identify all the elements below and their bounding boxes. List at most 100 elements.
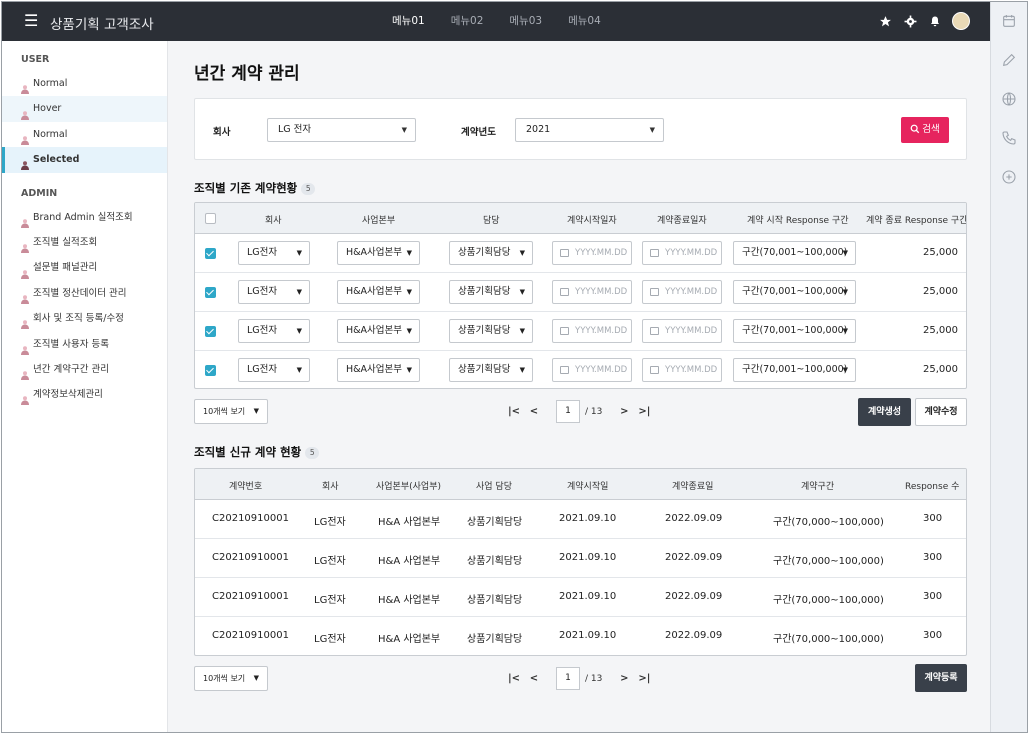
- sidebar-item-normal[interactable]: Normal: [2, 71, 167, 96]
- cell-value: LG전자: [247, 364, 278, 375]
- col-header-team: 사업 담당: [476, 482, 512, 492]
- division-cell-select[interactable]: H&A사업본부 ▼: [337, 280, 420, 304]
- user-icon: [21, 340, 29, 355]
- company-cell-select[interactable]: LG전자 ▼: [238, 241, 310, 265]
- gear-icon[interactable]: [902, 11, 918, 31]
- sidebar-section-admin: ADMIN: [21, 187, 58, 199]
- prev-page-icon[interactable]: <: [527, 406, 541, 417]
- sidebar-item-brand-admin[interactable]: Brand Admin 실적조회: [2, 205, 167, 230]
- range-cell-select[interactable]: 구간(70,001~100,000) ▼: [733, 280, 856, 304]
- row-checkbox[interactable]: [205, 365, 216, 376]
- sidebar-item-selected[interactable]: Selected: [2, 147, 167, 173]
- division-cell-select[interactable]: H&A사업본부 ▼: [337, 319, 420, 343]
- table2-header-row: 계약번호 회사 사업본부(사업부) 사업 담당 계약시작일 계약종료일 계약구간…: [195, 469, 966, 500]
- first-page-icon[interactable]: |<: [507, 406, 521, 417]
- team-cell-select[interactable]: 상품기획담당 ▼: [449, 319, 533, 343]
- phone-icon[interactable]: [1001, 130, 1017, 146]
- chevron-down-icon: ▼: [406, 249, 412, 257]
- cell-value: 상품기획담당: [458, 364, 511, 375]
- edit-contract-button[interactable]: 계약수정: [915, 398, 967, 426]
- search-button[interactable]: 검색: [901, 117, 949, 143]
- start-date-input[interactable]: YYYY.MM.DD: [552, 319, 632, 343]
- cell-start: 2021.09.10: [559, 591, 617, 602]
- company-cell-select[interactable]: LG전자 ▼: [238, 358, 310, 382]
- company-cell-select[interactable]: LG전자 ▼: [238, 280, 310, 304]
- per-page-select[interactable]: 10개씩 보기 ▼: [194, 399, 268, 424]
- range-cell-select[interactable]: 구간(70,001~100,000) ▼: [733, 319, 856, 343]
- table2-count-badge: 5: [305, 447, 320, 459]
- end-date-input[interactable]: YYYY.MM.DD: [642, 241, 722, 265]
- user-avatar[interactable]: [952, 12, 970, 30]
- start-date-input[interactable]: YYYY.MM.DD: [552, 280, 632, 304]
- division-cell-select[interactable]: H&A사업본부 ▼: [337, 241, 420, 265]
- last-page-icon[interactable]: >|: [637, 673, 651, 684]
- create-contract-button[interactable]: 계약생성: [858, 398, 911, 426]
- row-checkbox[interactable]: [205, 248, 216, 259]
- prev-page-icon[interactable]: <: [527, 673, 541, 684]
- globe-icon[interactable]: [1001, 91, 1017, 107]
- chevron-down-icon: ▼: [649, 126, 655, 134]
- year-select[interactable]: 2021 ▼: [515, 118, 664, 142]
- calendar-icon: [650, 327, 659, 335]
- sidebar-item-hover[interactable]: Hover: [2, 96, 167, 122]
- sidebar-item-org-users[interactable]: 조직별 사용자 등록: [2, 332, 167, 357]
- table1-title: 조직별 기존 계약현황: [194, 181, 298, 195]
- company-cell-select[interactable]: LG전자 ▼: [238, 319, 310, 343]
- select-all-checkbox[interactable]: [205, 213, 216, 224]
- start-date-input[interactable]: YYYY.MM.DD: [552, 241, 632, 265]
- calendar-icon[interactable]: [1001, 13, 1017, 29]
- row-checkbox[interactable]: [205, 326, 216, 337]
- page-number-input[interactable]: 1: [556, 667, 580, 690]
- sidebar-item-company-org[interactable]: 회사 및 조직 등록/수정: [2, 306, 167, 331]
- per-page-select[interactable]: 10개씩 보기 ▼: [194, 666, 268, 691]
- first-page-icon[interactable]: |<: [507, 673, 521, 684]
- register-contract-button[interactable]: 계약등록: [915, 664, 967, 692]
- company-select[interactable]: LG 전자 ▼: [267, 118, 416, 142]
- plus-circle-icon[interactable]: [1001, 169, 1017, 185]
- nav-menu02[interactable]: 메뉴02: [451, 2, 484, 41]
- hamburger-menu-icon[interactable]: ☰: [24, 12, 38, 30]
- last-page-icon[interactable]: >|: [637, 406, 651, 417]
- nav-menu03[interactable]: 메뉴03: [509, 2, 542, 41]
- cell-range: 구간(70,000~100,000): [773, 595, 884, 606]
- team-cell-select[interactable]: 상품기획담당 ▼: [449, 241, 533, 265]
- star-icon[interactable]: [877, 11, 893, 31]
- user-icon: [21, 155, 29, 171]
- user-icon: [21, 105, 29, 120]
- division-cell-select[interactable]: H&A사업본부 ▼: [337, 358, 420, 382]
- page-number-input[interactable]: 1: [556, 400, 580, 423]
- sidebar-item-survey-panel[interactable]: 설문별 패널관리: [2, 255, 167, 280]
- end-range-value: 25,000: [923, 286, 958, 297]
- cell-contract-no: C20210910001: [212, 591, 289, 602]
- nav-menu01[interactable]: 메뉴01: [392, 2, 425, 41]
- user-icon: [21, 213, 29, 228]
- top-nav: 메뉴01 메뉴02 메뉴03 메뉴04: [392, 2, 627, 41]
- sidebar-item-settlement[interactable]: 조직별 정산데이터 관리: [2, 281, 167, 306]
- bell-icon[interactable]: [927, 11, 943, 31]
- next-page-icon[interactable]: >: [617, 673, 631, 684]
- pencil-icon[interactable]: [1001, 52, 1017, 68]
- sidebar-item-org-performance[interactable]: 조직별 실적조회: [2, 230, 167, 255]
- team-cell-select[interactable]: 상품기획담당 ▼: [449, 280, 533, 304]
- col-header-end-date: 계약종료일자: [657, 216, 707, 226]
- new-contracts-table: 계약번호 회사 사업본부(사업부) 사업 담당 계약시작일 계약종료일 계약구간…: [194, 468, 967, 656]
- end-date-input[interactable]: YYYY.MM.DD: [642, 319, 722, 343]
- chevron-down-icon: ▼: [842, 249, 848, 257]
- range-cell-select[interactable]: 구간(70,001~100,000) ▼: [733, 358, 856, 382]
- company-label: 회사: [213, 127, 231, 138]
- row-checkbox[interactable]: [205, 287, 216, 298]
- start-date-input[interactable]: YYYY.MM.DD: [552, 358, 632, 382]
- end-date-input[interactable]: YYYY.MM.DD: [642, 358, 722, 382]
- end-date-input[interactable]: YYYY.MM.DD: [642, 280, 722, 304]
- cell-value: 구간(70,001~100,000): [742, 286, 848, 297]
- team-cell-select[interactable]: 상품기획담당 ▼: [449, 358, 533, 382]
- sidebar-item-annual-contract[interactable]: 년간 계약구간 관리: [2, 357, 167, 382]
- next-page-icon[interactable]: >: [617, 406, 631, 417]
- sidebar-item-contract-delete[interactable]: 계약정보삭제관리: [2, 382, 167, 407]
- col-header-company: 회사: [265, 216, 282, 226]
- col-header-end-range: 계약 종료 Response 구간: [866, 216, 967, 226]
- sidebar-item-normal-2[interactable]: Normal: [2, 122, 167, 147]
- calendar-icon: [560, 288, 569, 296]
- range-cell-select[interactable]: 구간(70,001~100,000) ▼: [733, 241, 856, 265]
- nav-menu04[interactable]: 메뉴04: [568, 2, 601, 41]
